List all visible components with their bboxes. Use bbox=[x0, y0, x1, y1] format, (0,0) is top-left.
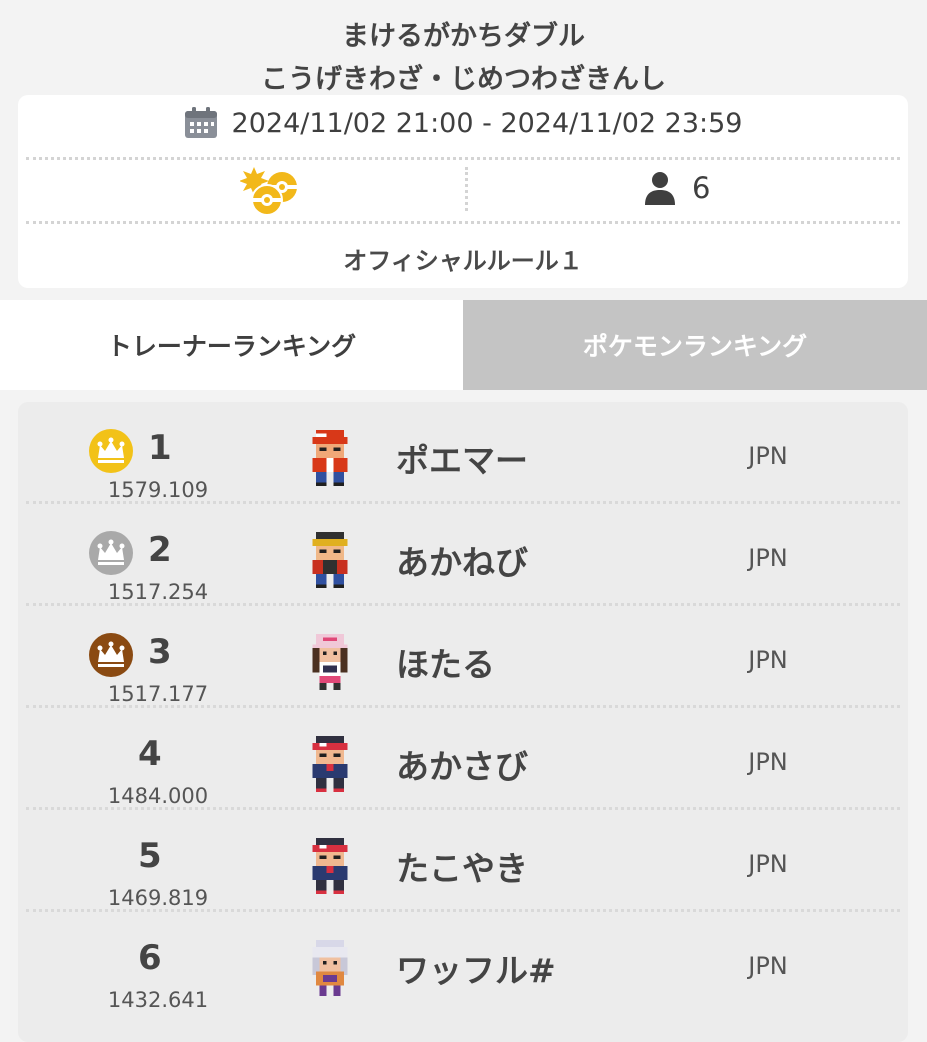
rating-value: 1484.000 bbox=[107, 784, 209, 808]
rating-value: 1517.177 bbox=[107, 682, 209, 706]
country-code: JPN bbox=[748, 646, 788, 674]
event-title-line2: こうげきわざ・じめつわざきんし bbox=[261, 64, 666, 95]
rank-block: 5 1469.819 bbox=[88, 832, 228, 910]
event-info-card: 2024/11/02 21:00 - 2024/11/02 23:59 6 オフ… bbox=[18, 95, 908, 288]
rank-block: 2 1517.254 bbox=[88, 526, 228, 604]
ranking-row[interactable]: 5 1469.819 たこやき JPN bbox=[18, 810, 908, 912]
format-and-players-row: 6 bbox=[18, 157, 908, 219]
calendar-icon bbox=[184, 107, 217, 138]
ranking-tabs: トレーナーランキング ポケモンランキング bbox=[0, 300, 927, 390]
trainer-name: あかさび bbox=[396, 747, 528, 786]
double-battle-icon bbox=[240, 167, 297, 216]
country-code: JPN bbox=[748, 952, 788, 980]
rank-block: 1 1579.109 bbox=[88, 424, 228, 502]
rank-number: 3 bbox=[148, 632, 172, 672]
rank-block: 6 1432.641 bbox=[88, 934, 228, 1012]
gold-crown-icon bbox=[89, 429, 133, 473]
trainer-name: ほたる bbox=[396, 645, 495, 684]
period-row: 2024/11/02 21:00 - 2024/11/02 23:59 bbox=[18, 107, 908, 139]
event-title-line1: まけるがかちダブル bbox=[342, 21, 585, 52]
ranking-row[interactable]: 3 1517.177 ほたる JPN bbox=[18, 606, 908, 708]
ranking-row[interactable]: 4 1484.000 あかさび JPN bbox=[18, 708, 908, 810]
trainer-name: ポエマー bbox=[396, 441, 528, 480]
rating-value: 1469.819 bbox=[107, 886, 209, 910]
trainer-name: あかねび bbox=[396, 543, 528, 582]
rating-value: 1579.109 bbox=[107, 478, 209, 502]
rule-label: オフィシャルルール１ bbox=[343, 247, 583, 275]
country-code: JPN bbox=[748, 544, 788, 572]
ranking-list: 1 1579.109 ポエマー JPN 2 1517.254 あかねび JPN … bbox=[18, 402, 908, 1042]
tab-trainer-ranking[interactable]: トレーナーランキング bbox=[0, 300, 463, 390]
rank-number: 4 bbox=[138, 734, 162, 774]
rating-value: 1517.254 bbox=[107, 580, 209, 604]
trainer-sprite-red-cap bbox=[312, 430, 348, 486]
trainer-name: たこやき bbox=[396, 849, 528, 888]
ranking-row[interactable]: 2 1517.254 あかねび JPN bbox=[18, 504, 908, 606]
ranking-row[interactable]: 1 1579.109 ポエマー JPN bbox=[18, 402, 908, 504]
person-icon bbox=[645, 172, 675, 205]
rank-number: 5 bbox=[138, 836, 162, 876]
trainer-sprite-gold-cap bbox=[312, 532, 348, 588]
player-count: 6 bbox=[644, 171, 710, 205]
player-count-value: 6 bbox=[692, 171, 711, 205]
ranking-row[interactable]: 6 1432.641 ワッフル# JPN bbox=[18, 912, 908, 1014]
rank-block: 4 1484.000 bbox=[88, 730, 228, 808]
silver-crown-icon bbox=[89, 531, 133, 575]
country-code: JPN bbox=[748, 748, 788, 776]
trainer-sprite-pink-hat bbox=[312, 634, 348, 690]
trainer-name: ワッフル# bbox=[396, 951, 556, 990]
trainer-sprite-red-visor bbox=[312, 736, 348, 792]
trainer-sprite-white-hair bbox=[312, 940, 348, 996]
rank-number: 6 bbox=[138, 938, 162, 978]
trainer-sprite-red-visor bbox=[312, 838, 348, 894]
rank-number: 2 bbox=[148, 530, 172, 570]
vertical-divider bbox=[465, 167, 468, 211]
country-code: JPN bbox=[748, 442, 788, 470]
bronze-crown-icon bbox=[89, 633, 133, 677]
rating-value: 1432.641 bbox=[107, 988, 209, 1012]
country-code: JPN bbox=[748, 850, 788, 878]
rank-number: 1 bbox=[148, 428, 172, 468]
rank-block: 3 1517.177 bbox=[88, 628, 228, 706]
divider bbox=[26, 221, 900, 224]
period-text: 2024/11/02 21:00 - 2024/11/02 23:59 bbox=[231, 107, 743, 139]
tab-pokemon-ranking[interactable]: ポケモンランキング bbox=[463, 300, 927, 390]
